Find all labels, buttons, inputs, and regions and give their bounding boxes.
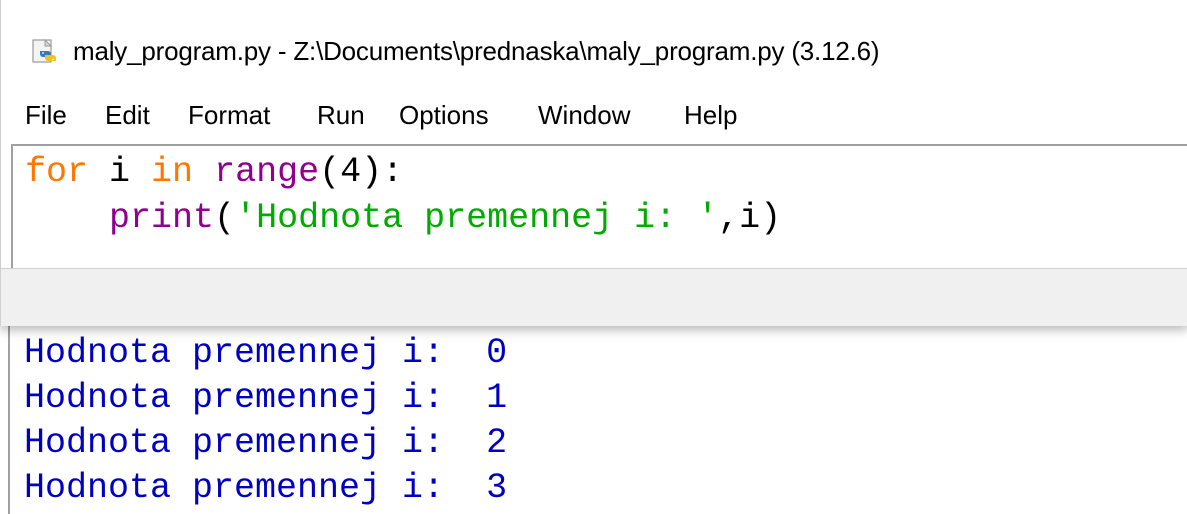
code-editor[interactable]: for i in range(4): print('Hodnota premen… <box>11 144 1187 268</box>
menu-format[interactable]: Format <box>188 100 270 131</box>
menu-bar: File Edit Format Run Options Window Help <box>1 92 1187 142</box>
output-line: Hodnota premennej i: 2 <box>24 423 508 463</box>
range-args: (4): <box>319 152 404 192</box>
menu-window[interactable]: Window <box>538 100 630 131</box>
menu-run[interactable]: Run <box>317 100 365 131</box>
python-file-icon <box>32 39 56 63</box>
output-line: Hodnota premennej i: 1 <box>24 378 508 418</box>
menu-options[interactable]: Options <box>399 100 489 131</box>
menu-file[interactable]: File <box>25 100 67 131</box>
menu-edit[interactable]: Edit <box>105 100 150 131</box>
status-bar <box>1 268 1187 326</box>
output-line: Hodnota premennej i: 0 <box>24 333 508 373</box>
string-literal: 'Hodnota premennej i: ' <box>235 198 719 238</box>
keyword-in: in <box>151 152 194 192</box>
builtin-range: range <box>214 152 320 192</box>
shell-output[interactable]: Hodnota premennej i: 0 Hodnota premennej… <box>8 326 1187 514</box>
title-bar[interactable]: maly_program.py - Z:\Documents\prednaska… <box>1 0 1187 92</box>
open-paren: ( <box>214 198 236 238</box>
idle-editor-window: maly_program.py - Z:\Documents\prednaska… <box>0 0 1187 326</box>
output-line: Hodnota premennej i: 3 <box>24 468 508 508</box>
code-line-2: print('Hodnota premennej i: ',i) <box>25 195 1187 241</box>
code-line-1: for i in range(4): <box>25 149 1187 195</box>
loop-variable: i <box>88 152 152 192</box>
keyword-for: for <box>25 152 89 192</box>
window-title: maly_program.py - Z:\Documents\prednaska… <box>73 36 880 66</box>
menu-help[interactable]: Help <box>684 100 737 131</box>
print-args-rest: ,i) <box>718 198 782 238</box>
builtin-print: print <box>109 198 215 238</box>
